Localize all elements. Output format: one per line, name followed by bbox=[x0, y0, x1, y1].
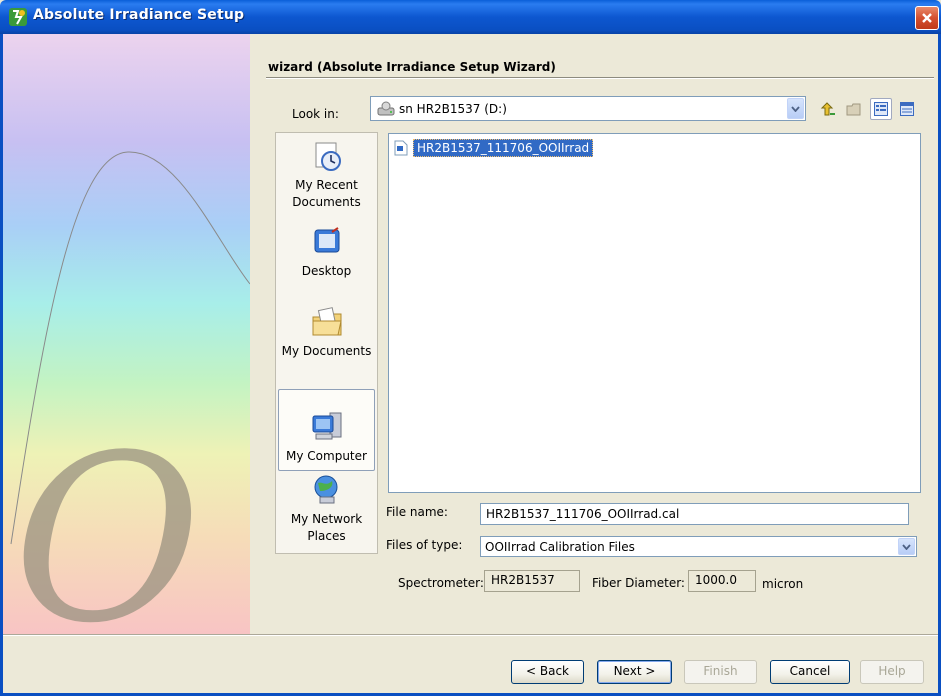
look-in-dropdown-button[interactable] bbox=[787, 98, 804, 119]
window-title: Absolute Irradiance Setup bbox=[33, 7, 245, 23]
fiber-diameter-value: 1000.0 bbox=[688, 570, 756, 592]
cancel-button[interactable]: Cancel bbox=[770, 660, 850, 684]
app-icon bbox=[9, 8, 27, 26]
file-name-text: HR2B1537_111706_OOIIrrad bbox=[413, 139, 594, 157]
title-bar: Absolute Irradiance Setup bbox=[0, 0, 941, 34]
network-places-icon bbox=[314, 475, 337, 504]
place-label: My Documents bbox=[281, 344, 372, 358]
list-view-icon bbox=[874, 102, 888, 116]
place-my-documents[interactable]: My Documents bbox=[276, 305, 377, 360]
place-my-network-places[interactable]: My Network Places bbox=[276, 473, 377, 545]
file-item[interactable]: HR2B1537_111706_OOIIrrad bbox=[393, 139, 594, 157]
drive-icon bbox=[377, 101, 395, 116]
file-name-input[interactable]: HR2B1537_111706_OOIIrrad.cal bbox=[480, 503, 909, 525]
place-label: Places bbox=[307, 529, 346, 543]
back-button[interactable]: < Back bbox=[511, 660, 584, 684]
place-my-recent-documents[interactable]: My Recent Documents bbox=[276, 139, 377, 211]
my-documents-icon bbox=[312, 307, 342, 336]
place-desktop[interactable]: Desktop bbox=[276, 225, 377, 280]
fiber-unit-label: micron bbox=[762, 577, 804, 591]
spectrum-curve-graphic: O bbox=[10, 151, 250, 634]
files-of-type-label: Files of type: bbox=[386, 538, 463, 552]
help-button[interactable]: Help bbox=[860, 660, 924, 684]
place-label: My Computer bbox=[286, 449, 367, 463]
wizard-side-banner: O bbox=[3, 34, 250, 634]
details-view-icon bbox=[900, 102, 914, 116]
place-label: My Recent bbox=[295, 178, 358, 192]
spectrometer-label: Spectrometer: bbox=[398, 576, 484, 590]
up-one-level-button[interactable] bbox=[817, 98, 839, 120]
list-view-button[interactable] bbox=[870, 98, 892, 120]
new-folder-icon bbox=[846, 103, 861, 116]
place-my-computer[interactable]: My Computer bbox=[278, 389, 375, 471]
places-bar: My Recent Documents Desktop My Documents… bbox=[275, 132, 378, 554]
logo-graphic: O bbox=[13, 407, 202, 634]
bottom-divider bbox=[3, 634, 938, 636]
look-in-label: Look in: bbox=[292, 107, 339, 121]
file-list[interactable]: HR2B1537_111706_OOIIrrad bbox=[388, 133, 921, 493]
recent-documents-icon bbox=[315, 142, 341, 171]
file-name-label: File name: bbox=[386, 505, 448, 519]
details-view-button[interactable] bbox=[896, 98, 918, 120]
place-label: Documents bbox=[292, 195, 361, 209]
files-of-type-combo[interactable]: OOIIrrad Calibration Files bbox=[480, 536, 917, 557]
file-icon bbox=[394, 140, 408, 156]
up-one-level-icon bbox=[820, 102, 835, 116]
my-computer-icon bbox=[312, 412, 341, 440]
files-of-type-dropdown-button[interactable] bbox=[898, 538, 915, 555]
new-folder-button[interactable] bbox=[843, 98, 865, 120]
desktop-icon bbox=[314, 227, 339, 253]
files-of-type-value: OOIIrrad Calibration Files bbox=[485, 540, 635, 554]
next-button[interactable]: Next > bbox=[597, 660, 672, 684]
wizard-header: wizard (Absolute Irradiance Setup Wizard… bbox=[268, 60, 556, 74]
finish-button[interactable]: Finish bbox=[684, 660, 757, 684]
fiber-diameter-label: Fiber Diameter: bbox=[592, 576, 685, 590]
look-in-value: sn HR2B1537 (D:) bbox=[399, 102, 507, 116]
look-in-combo[interactable]: sn HR2B1537 (D:) bbox=[370, 96, 806, 121]
place-label: Desktop bbox=[301, 264, 352, 278]
chevron-down-icon bbox=[902, 543, 911, 550]
header-divider bbox=[266, 77, 934, 79]
spectrometer-value: HR2B1537 bbox=[484, 570, 580, 592]
close-button[interactable] bbox=[915, 6, 939, 30]
chevron-down-icon bbox=[791, 105, 800, 112]
place-label: My Network bbox=[290, 512, 363, 526]
close-icon bbox=[922, 13, 932, 23]
